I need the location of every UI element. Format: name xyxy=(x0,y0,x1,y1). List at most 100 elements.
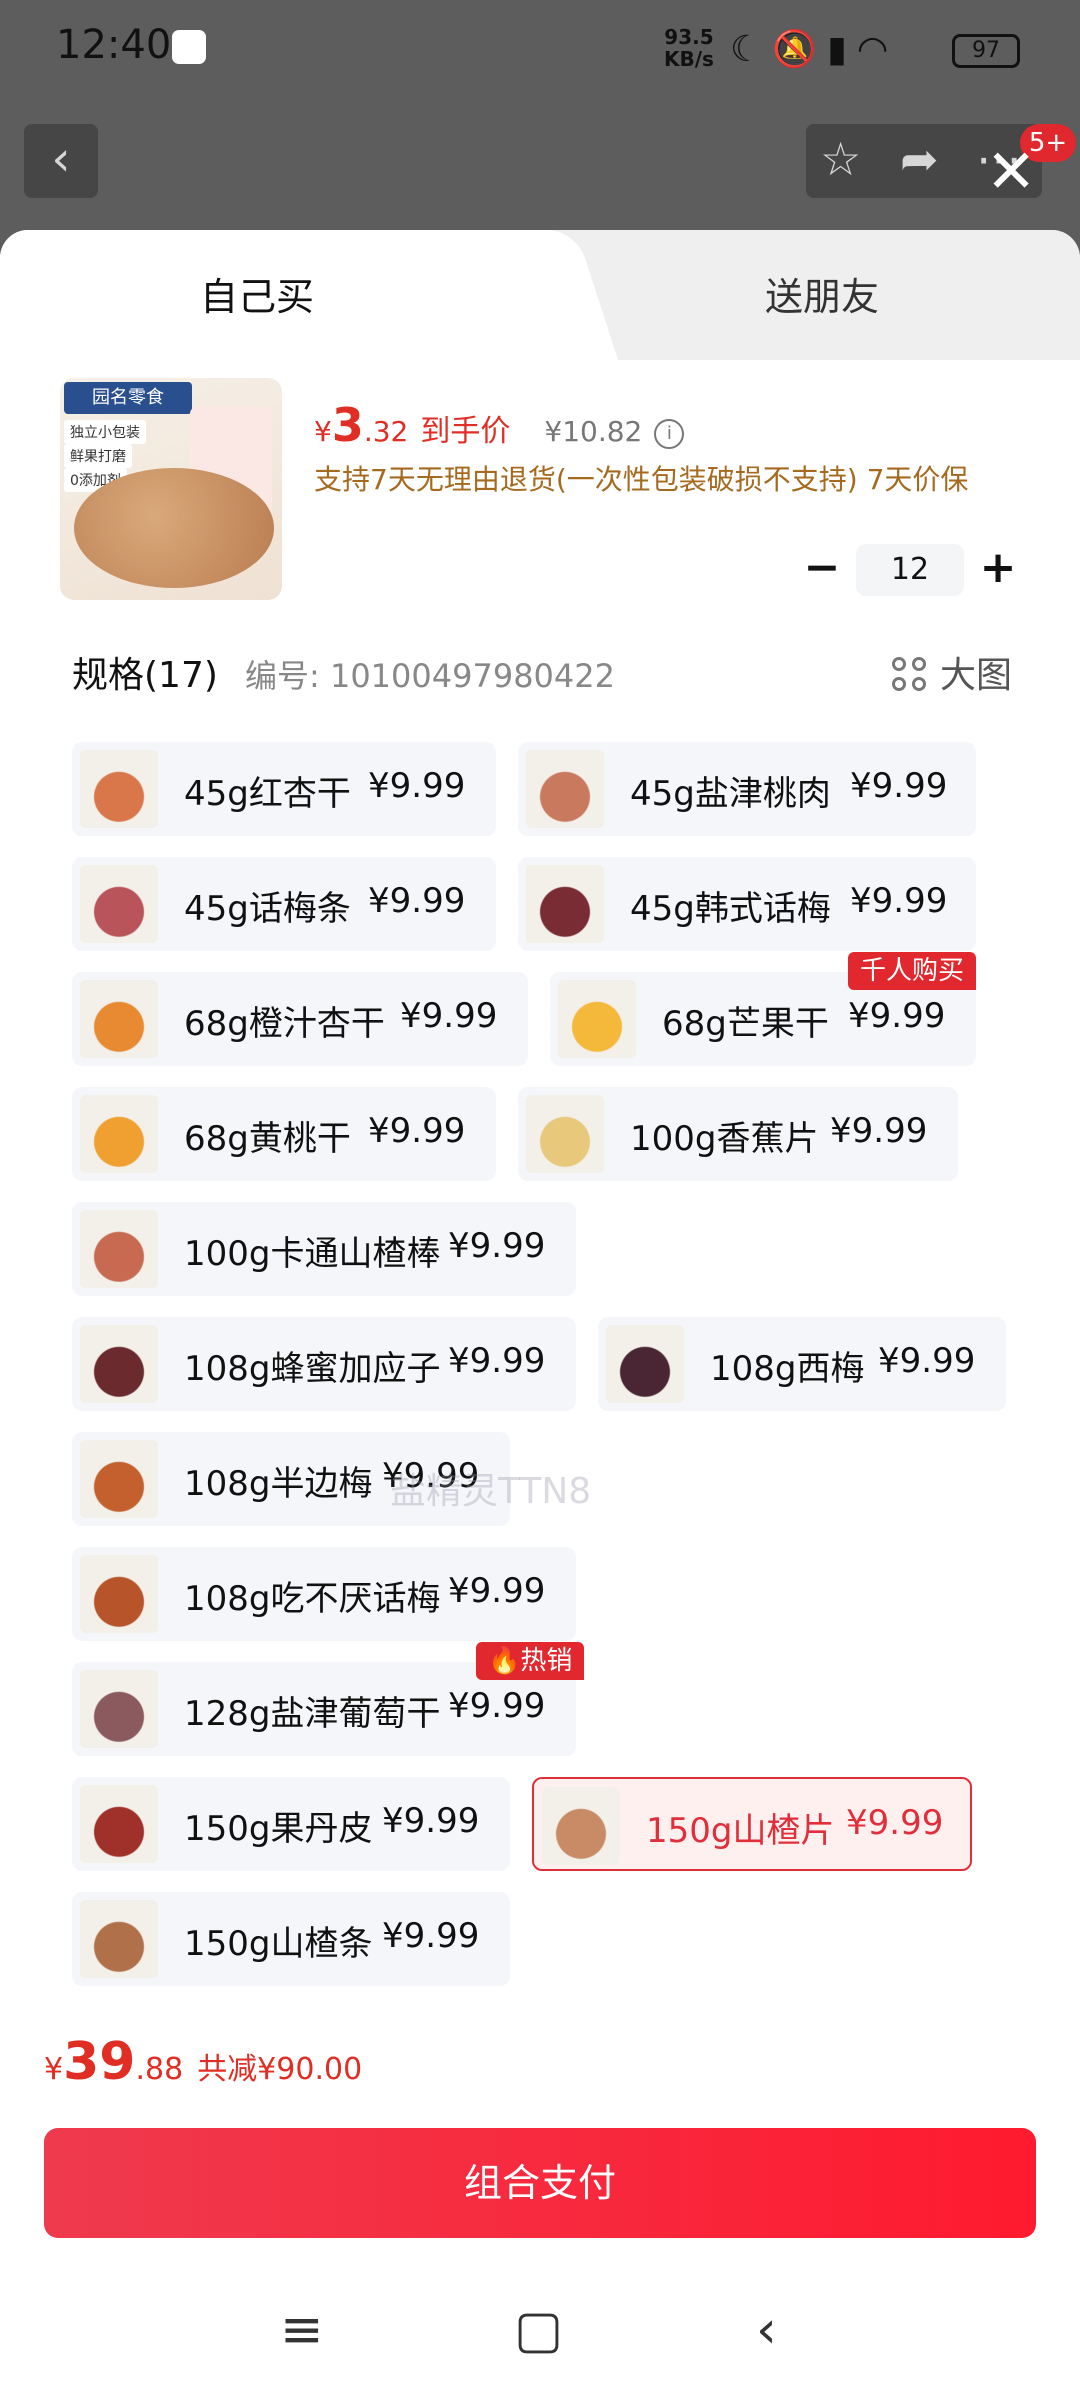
star-icon[interactable]: ☆ xyxy=(820,132,861,186)
spec-title: 规格(17) xyxy=(72,655,218,696)
spec-option[interactable]: 150g果丹皮 ¥9.99 xyxy=(72,1777,510,1871)
product-chips-graphic xyxy=(74,468,274,588)
product-brand-logo: 园名零食 xyxy=(64,382,192,414)
spec-option[interactable]: 45g红杏干 ¥9.99 xyxy=(72,742,496,836)
signal-icon: ▮ xyxy=(827,29,857,70)
price-integer: 3 xyxy=(331,398,364,452)
option-name: 150g山楂片 xyxy=(646,1811,835,1851)
option-price: ¥9.99 xyxy=(878,1341,976,1381)
price-label: 到手价 xyxy=(420,414,511,449)
option-name: 108g吃不厌话梅 xyxy=(184,1579,441,1619)
price-decimal: .32 xyxy=(363,415,409,448)
option-thumbnail xyxy=(526,750,604,828)
product-tag: 鲜果打磨 xyxy=(64,444,132,468)
option-thumbnail xyxy=(606,1325,684,1403)
spec-option[interactable]: 45g话梅条 ¥9.99 xyxy=(72,857,496,951)
spec-option[interactable]: 108g吃不厌话梅 ¥9.99 xyxy=(72,1547,576,1641)
chevron-left-icon: ‹ xyxy=(51,131,71,187)
spec-option[interactable]: 150g山楂片 ¥9.99 xyxy=(532,1777,972,1871)
option-badge: 🔥热销 xyxy=(476,1642,585,1680)
original-price: ¥10.82 xyxy=(544,415,643,448)
option-name: 45g盐津桃肉 xyxy=(630,774,831,814)
option-price: ¥9.99 xyxy=(448,1341,546,1381)
price-row: ¥3.32 到手价 ¥10.82 i xyxy=(314,398,685,452)
option-price: ¥9.99 xyxy=(382,1801,480,1841)
net-speed: 93.5 KB/s xyxy=(664,26,714,70)
quantity-input[interactable]: 12 xyxy=(856,544,964,596)
status-icons: ☾🔕▮◠ xyxy=(730,29,899,70)
option-name: 150g山楂条 xyxy=(184,1924,373,1964)
price-currency: ¥ xyxy=(314,415,332,448)
option-name: 108g西梅 xyxy=(710,1349,865,1389)
tab-self[interactable]: 自己买 xyxy=(200,266,314,321)
option-thumbnail xyxy=(558,980,636,1058)
info-icon[interactable]: i xyxy=(654,419,685,449)
decrease-button[interactable]: − xyxy=(800,542,844,598)
spec-option[interactable]: 108g蜂蜜加应子 ¥9.99 xyxy=(72,1317,576,1411)
option-name: 150g果丹皮 xyxy=(184,1809,373,1849)
share-icon[interactable]: ➦ xyxy=(900,132,939,186)
watermark: 盐精灵TTN8 xyxy=(390,1471,592,1512)
quantity-stepper: − 12 + xyxy=(800,542,1020,598)
total-decimal: .88 xyxy=(135,2052,184,2087)
option-price: ¥9.99 xyxy=(830,1111,928,1151)
option-price: ¥9.99 xyxy=(368,1111,466,1151)
big-view-toggle[interactable]: 大图 xyxy=(891,646,1012,698)
tab-bar: 自己买 送朋友 xyxy=(0,230,1080,360)
option-thumbnail xyxy=(80,1210,158,1288)
home-icon[interactable]: ▢ xyxy=(514,2300,563,2360)
spec-option[interactable]: 68g黄桃干 ¥9.99 xyxy=(72,1087,496,1181)
pay-button[interactable]: 组合支付 xyxy=(44,2128,1036,2238)
net-speed-value: 93.5 xyxy=(664,25,714,49)
total-integer: 39 xyxy=(63,2032,136,2092)
increase-button[interactable]: + xyxy=(976,542,1020,598)
option-price: ¥9.99 xyxy=(400,996,498,1036)
total-currency: ¥ xyxy=(44,2052,64,2087)
option-thumbnail xyxy=(526,1095,604,1173)
back-nav-icon[interactable]: ‹ xyxy=(756,2300,777,2360)
spec-header: 规格(17) 编号: 10100497980422 大图 xyxy=(72,646,1012,696)
close-icon[interactable]: ✕ xyxy=(986,142,1036,202)
spec-option[interactable]: 45g韩式话梅 ¥9.99 xyxy=(518,857,976,951)
clock-app-icon xyxy=(172,30,206,64)
system-nav-bar: ≡ ▢ ‹ xyxy=(0,2260,1080,2400)
saving-label: 共减¥90.00 xyxy=(197,2052,363,2087)
option-price: ¥9.99 xyxy=(848,996,946,1036)
spec-option[interactable]: 45g盐津桃肉 ¥9.99 xyxy=(518,742,976,836)
option-thumbnail xyxy=(80,1325,158,1403)
return-policy: 支持7天无理由退货(一次性包装破损不支持) 7天价保 xyxy=(314,463,969,496)
net-speed-unit: KB/s xyxy=(664,47,714,71)
battery-icon: 97 xyxy=(952,34,1020,68)
spec-option[interactable]: 100g香蕉片 ¥9.99 xyxy=(518,1087,958,1181)
sheet-content: 园名零食 独立小包装 鲜果打磨 0添加剂 ¥3.32 到手价 ¥10.82 i 支持7… xyxy=(0,360,1080,2230)
option-name: 100g卡通山楂棒 xyxy=(184,1234,441,1274)
option-thumbnail xyxy=(80,1555,158,1633)
wifi-icon: ◠ xyxy=(856,29,899,70)
back-button[interactable]: ‹ xyxy=(24,124,98,198)
status-bar: 12:40 93.5 KB/s ☾🔕▮◠ 97 xyxy=(0,0,1080,100)
spec-option[interactable]: 68g橙汁杏干 ¥9.99 xyxy=(72,972,528,1066)
option-name: 45g韩式话梅 xyxy=(630,889,831,929)
option-thumbnail xyxy=(80,1670,158,1748)
option-thumbnail xyxy=(542,1787,620,1865)
option-name: 108g蜂蜜加应子 xyxy=(184,1349,441,1389)
menu-icon[interactable]: ≡ xyxy=(280,2300,324,2360)
option-thumbnail xyxy=(80,865,158,943)
option-price: ¥9.99 xyxy=(382,1916,480,1956)
spec-option[interactable]: 150g山楂条 ¥9.99 xyxy=(72,1892,510,1986)
option-name: 45g红杏干 xyxy=(184,774,351,814)
spec-option[interactable]: 100g卡通山楂棒 ¥9.99 xyxy=(72,1202,576,1296)
option-thumbnail xyxy=(526,865,604,943)
option-name: 45g话梅条 xyxy=(184,889,351,929)
option-thumbnail xyxy=(80,1900,158,1978)
product-tag: 独立小包装 xyxy=(64,420,146,444)
spec-option[interactable]: 108g西梅 ¥9.99 xyxy=(598,1317,1006,1411)
tab-friend[interactable]: 送朋友 xyxy=(765,266,879,321)
option-price: ¥9.99 xyxy=(448,1226,546,1266)
option-thumbnail xyxy=(80,1095,158,1173)
option-thumbnail xyxy=(80,750,158,828)
option-badge: 千人购买 xyxy=(848,952,977,990)
option-thumbnail xyxy=(80,1440,158,1518)
product-image[interactable]: 园名零食 独立小包装 鲜果打磨 0添加剂 xyxy=(60,378,282,600)
option-thumbnail xyxy=(80,980,158,1058)
